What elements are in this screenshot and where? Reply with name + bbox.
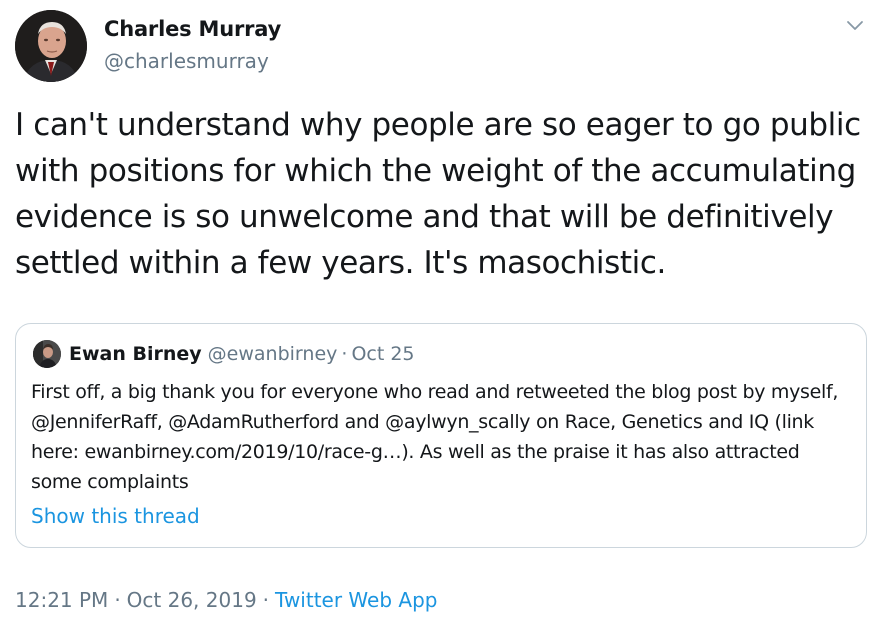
tweet-text: I can't understand why people are so eag…: [15, 107, 861, 281]
quoted-date: Oct 25: [351, 343, 415, 365]
quoted-author-handle: @ewanbirney: [207, 343, 338, 365]
quoted-tweet-text: First off, a big thank you for everyone …: [31, 381, 839, 493]
source-app-link[interactable]: Twitter Web App: [275, 588, 437, 612]
quoted-tweet-header: Ewan Birney @ewanbirney · Oct 25: [69, 343, 415, 365]
chevron-down-icon[interactable]: [843, 16, 867, 36]
quoted-separator: ·: [341, 343, 348, 365]
meta-separator-2: ·: [262, 588, 270, 612]
author-avatar[interactable]: [15, 10, 87, 82]
meta-separator: ·: [114, 588, 121, 612]
author-name[interactable]: Charles Murray: [104, 17, 281, 41]
quoted-author-avatar: [33, 340, 61, 368]
show-thread-link[interactable]: Show this thread: [31, 504, 200, 528]
tweet-time[interactable]: 12:21 PM: [15, 588, 108, 612]
quoted-tweet-card[interactable]: Ewan Birney @ewanbirney · Oct 25 First off,…: [15, 323, 867, 548]
tweet-meta: 12:21 PM · Oct 26, 2019 · Twitter Web App: [15, 588, 437, 612]
quoted-author-name: Ewan Birney: [69, 343, 202, 365]
tweet-date[interactable]: Oct 26, 2019: [127, 588, 257, 612]
author-handle[interactable]: @charlesmurray: [104, 49, 269, 73]
